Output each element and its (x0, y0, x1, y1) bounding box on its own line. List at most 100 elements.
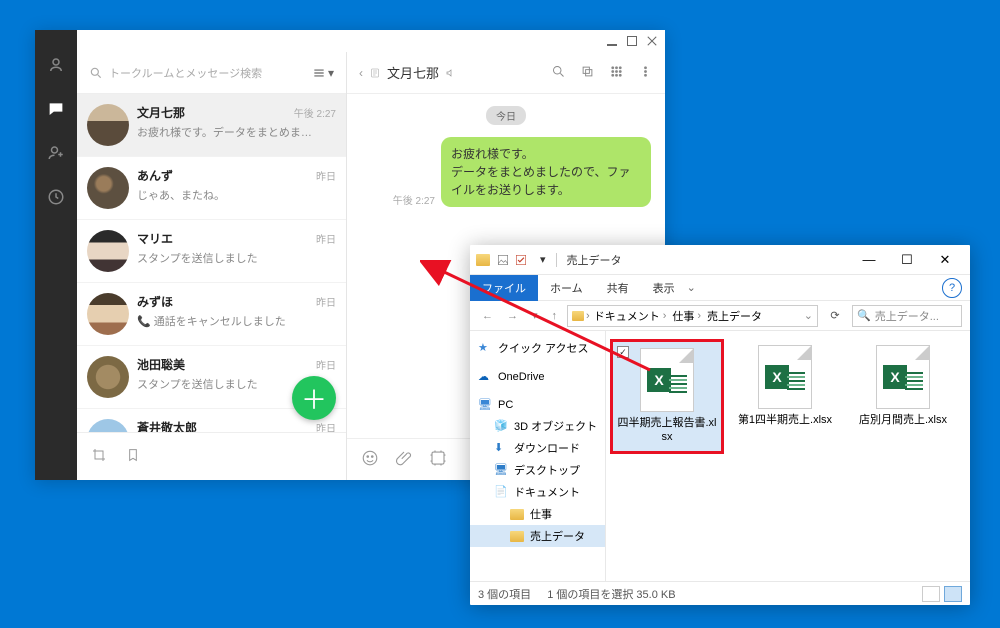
speaker-icon[interactable] (445, 67, 457, 79)
timeline-icon[interactable] (47, 188, 65, 206)
nav-back-button[interactable]: ← (478, 310, 497, 322)
capture-icon[interactable] (429, 449, 447, 470)
tree-pc[interactable]: 🖥PC (470, 395, 605, 415)
emoji-icon[interactable] (361, 449, 379, 470)
tree-3d-objects[interactable]: 🧊3D オブジェクト (470, 415, 605, 437)
search-placeholder: 売上データ... (875, 308, 939, 324)
avatar (87, 293, 129, 335)
tree-desktop[interactable]: 🖥デスクトップ (470, 459, 605, 481)
line-titlebar (77, 30, 665, 52)
avatar (87, 356, 129, 398)
bookmark-icon[interactable] (125, 447, 141, 466)
folder-icon (476, 254, 490, 266)
file-tile[interactable]: ✓ X 四半期売上報告書.xlsx (610, 339, 724, 454)
ribbon-tab-file[interactable]: ファイル (470, 275, 538, 301)
chat-search-input[interactable]: トークルームとメッセージ検索 (83, 61, 306, 85)
chat-title: 文月七那 (387, 63, 439, 82)
new-chat-button[interactable]: ＋ (292, 376, 336, 420)
chat-time: 昨日 (316, 420, 336, 432)
chats-icon[interactable] (47, 100, 65, 118)
ribbon-help-icon[interactable]: ? (942, 278, 962, 298)
nav-up-button[interactable]: ↑ (548, 310, 562, 322)
folder-icon (572, 311, 584, 321)
chat-item[interactable]: マリエ昨日 スタンプを送信しました (77, 220, 346, 283)
menu-grid-icon[interactable] (609, 64, 624, 82)
view-details-button[interactable] (922, 586, 940, 602)
breadcrumb[interactable]: 売上データ (707, 308, 762, 324)
file-name: 第1四半期売上.xlsx (738, 413, 832, 427)
explorer-minimize-button[interactable]: — (850, 245, 888, 275)
message-bubble: お疲れ様です。データをまとめましたので、ファイルをお送りします。 (441, 137, 651, 207)
tree-downloads[interactable]: ⬇ダウンロード (470, 437, 605, 459)
breadcrumb[interactable]: 仕事 (672, 308, 694, 324)
address-input[interactable]: › ドキュメント › 仕事 › 売上データ ⌄ (567, 305, 818, 327)
tree-onedrive[interactable]: ☁OneDrive (470, 367, 605, 387)
chat-preview: スタンプを送信しました (137, 250, 317, 266)
file-explorer-window: ▾ 売上データ — ☐ ✕ ファイル ホーム 共有 表示 ⌄ ? ← → ▾ ↑… (470, 245, 970, 605)
date-pill: 今日 (486, 106, 526, 125)
chat-time: 昨日 (316, 168, 336, 183)
breadcrumb[interactable]: ドキュメント (594, 308, 660, 324)
file-tile[interactable]: X 店別月間売上.xlsx (846, 339, 960, 433)
chat-item[interactable]: みずほ昨日 📞 通話をキャンセルしました (77, 283, 346, 346)
chat-preview: お疲れ様です。データをまとめましたので、ファイルをお送り... (137, 124, 317, 140)
file-pane[interactable]: ✓ X 四半期売上報告書.xlsx X 第1四半期売上.xlsx X (606, 331, 970, 581)
ribbon-tab-home[interactable]: ホーム (538, 275, 595, 301)
chat-time: 昨日 (316, 231, 336, 246)
excel-file-icon: X (758, 345, 812, 409)
chat-preview: スタンプを送信しました (137, 376, 317, 392)
chat-item[interactable]: 文月七那 午後 2:27 お疲れ様です。データをまとめましたので、ファイルをお送り… (77, 94, 346, 157)
refresh-button[interactable]: ⟳ (824, 305, 846, 327)
chat-name: みずほ (137, 293, 173, 310)
explorer-ribbon: ファイル ホーム 共有 表示 ⌄ ? (470, 275, 970, 301)
nav-forward-button[interactable]: → (503, 310, 522, 322)
chat-preview: じゃあ、またね。 (137, 187, 317, 203)
avatar (87, 167, 129, 209)
tree-work[interactable]: 仕事 (470, 503, 605, 525)
selection-checkbox-icon[interactable]: ✓ (617, 346, 629, 358)
qat-checkbox-icon[interactable] (514, 253, 528, 267)
tree-quick-access[interactable]: ★クイック アクセス (470, 337, 605, 359)
close-button[interactable] (647, 36, 657, 46)
excel-file-icon: X (876, 345, 930, 409)
ribbon-tab-view[interactable]: 表示 (641, 275, 687, 301)
explorer-tree[interactable]: ★クイック アクセス ☁OneDrive 🖥PC 🧊3D オブジェクト ⬇ダウン… (470, 331, 606, 581)
chevron-left-icon[interactable]: ‹ (359, 66, 363, 80)
chat-time: 午後 2:27 (294, 105, 336, 120)
chat-item[interactable]: あんず昨日 じゃあ、またね。 (77, 157, 346, 220)
file-tile[interactable]: X 第1四半期売上.xlsx (728, 339, 842, 433)
qat-properties-icon[interactable] (496, 253, 510, 267)
avatar (87, 419, 129, 432)
notes-icon[interactable] (369, 67, 381, 79)
sort-button[interactable]: ▾ (306, 62, 340, 84)
file-name: 店別月間売上.xlsx (859, 413, 947, 427)
add-friend-icon[interactable] (47, 144, 65, 162)
windows-icon[interactable] (580, 64, 595, 82)
search-in-chat-icon[interactable] (551, 64, 566, 82)
ribbon-expand-icon[interactable]: ⌄ (687, 281, 696, 294)
profile-icon[interactable] (47, 56, 65, 74)
chat-time: 昨日 (316, 357, 336, 372)
ribbon-tab-share[interactable]: 共有 (595, 275, 641, 301)
chat-time: 昨日 (316, 294, 336, 309)
avatar (87, 230, 129, 272)
minimize-button[interactable] (607, 36, 617, 46)
chat-name: 文月七那 (137, 104, 185, 121)
attach-icon[interactable] (395, 449, 413, 470)
excel-file-icon: X (640, 348, 694, 412)
explorer-close-button[interactable]: ✕ (926, 245, 964, 275)
tree-sales-data[interactable]: 売上データ (470, 525, 605, 547)
view-icons-button[interactable] (944, 586, 962, 602)
explorer-search-input[interactable]: 🔍売上データ... (852, 305, 962, 327)
file-name: 四半期売上報告書.xlsx (617, 416, 717, 445)
explorer-maximize-button[interactable]: ☐ (888, 245, 926, 275)
maximize-button[interactable] (627, 36, 637, 46)
chat-header: ‹ 文月七那 (347, 52, 665, 94)
more-vertical-icon[interactable] (638, 64, 653, 82)
crop-icon[interactable] (91, 447, 107, 466)
status-item-count: 3 個の項目 (478, 586, 531, 602)
search-icon (89, 66, 103, 80)
explorer-titlebar: ▾ 売上データ — ☐ ✕ (470, 245, 970, 275)
nav-history-button[interactable]: ▾ (528, 309, 542, 322)
tree-documents[interactable]: 📄ドキュメント (470, 481, 605, 503)
